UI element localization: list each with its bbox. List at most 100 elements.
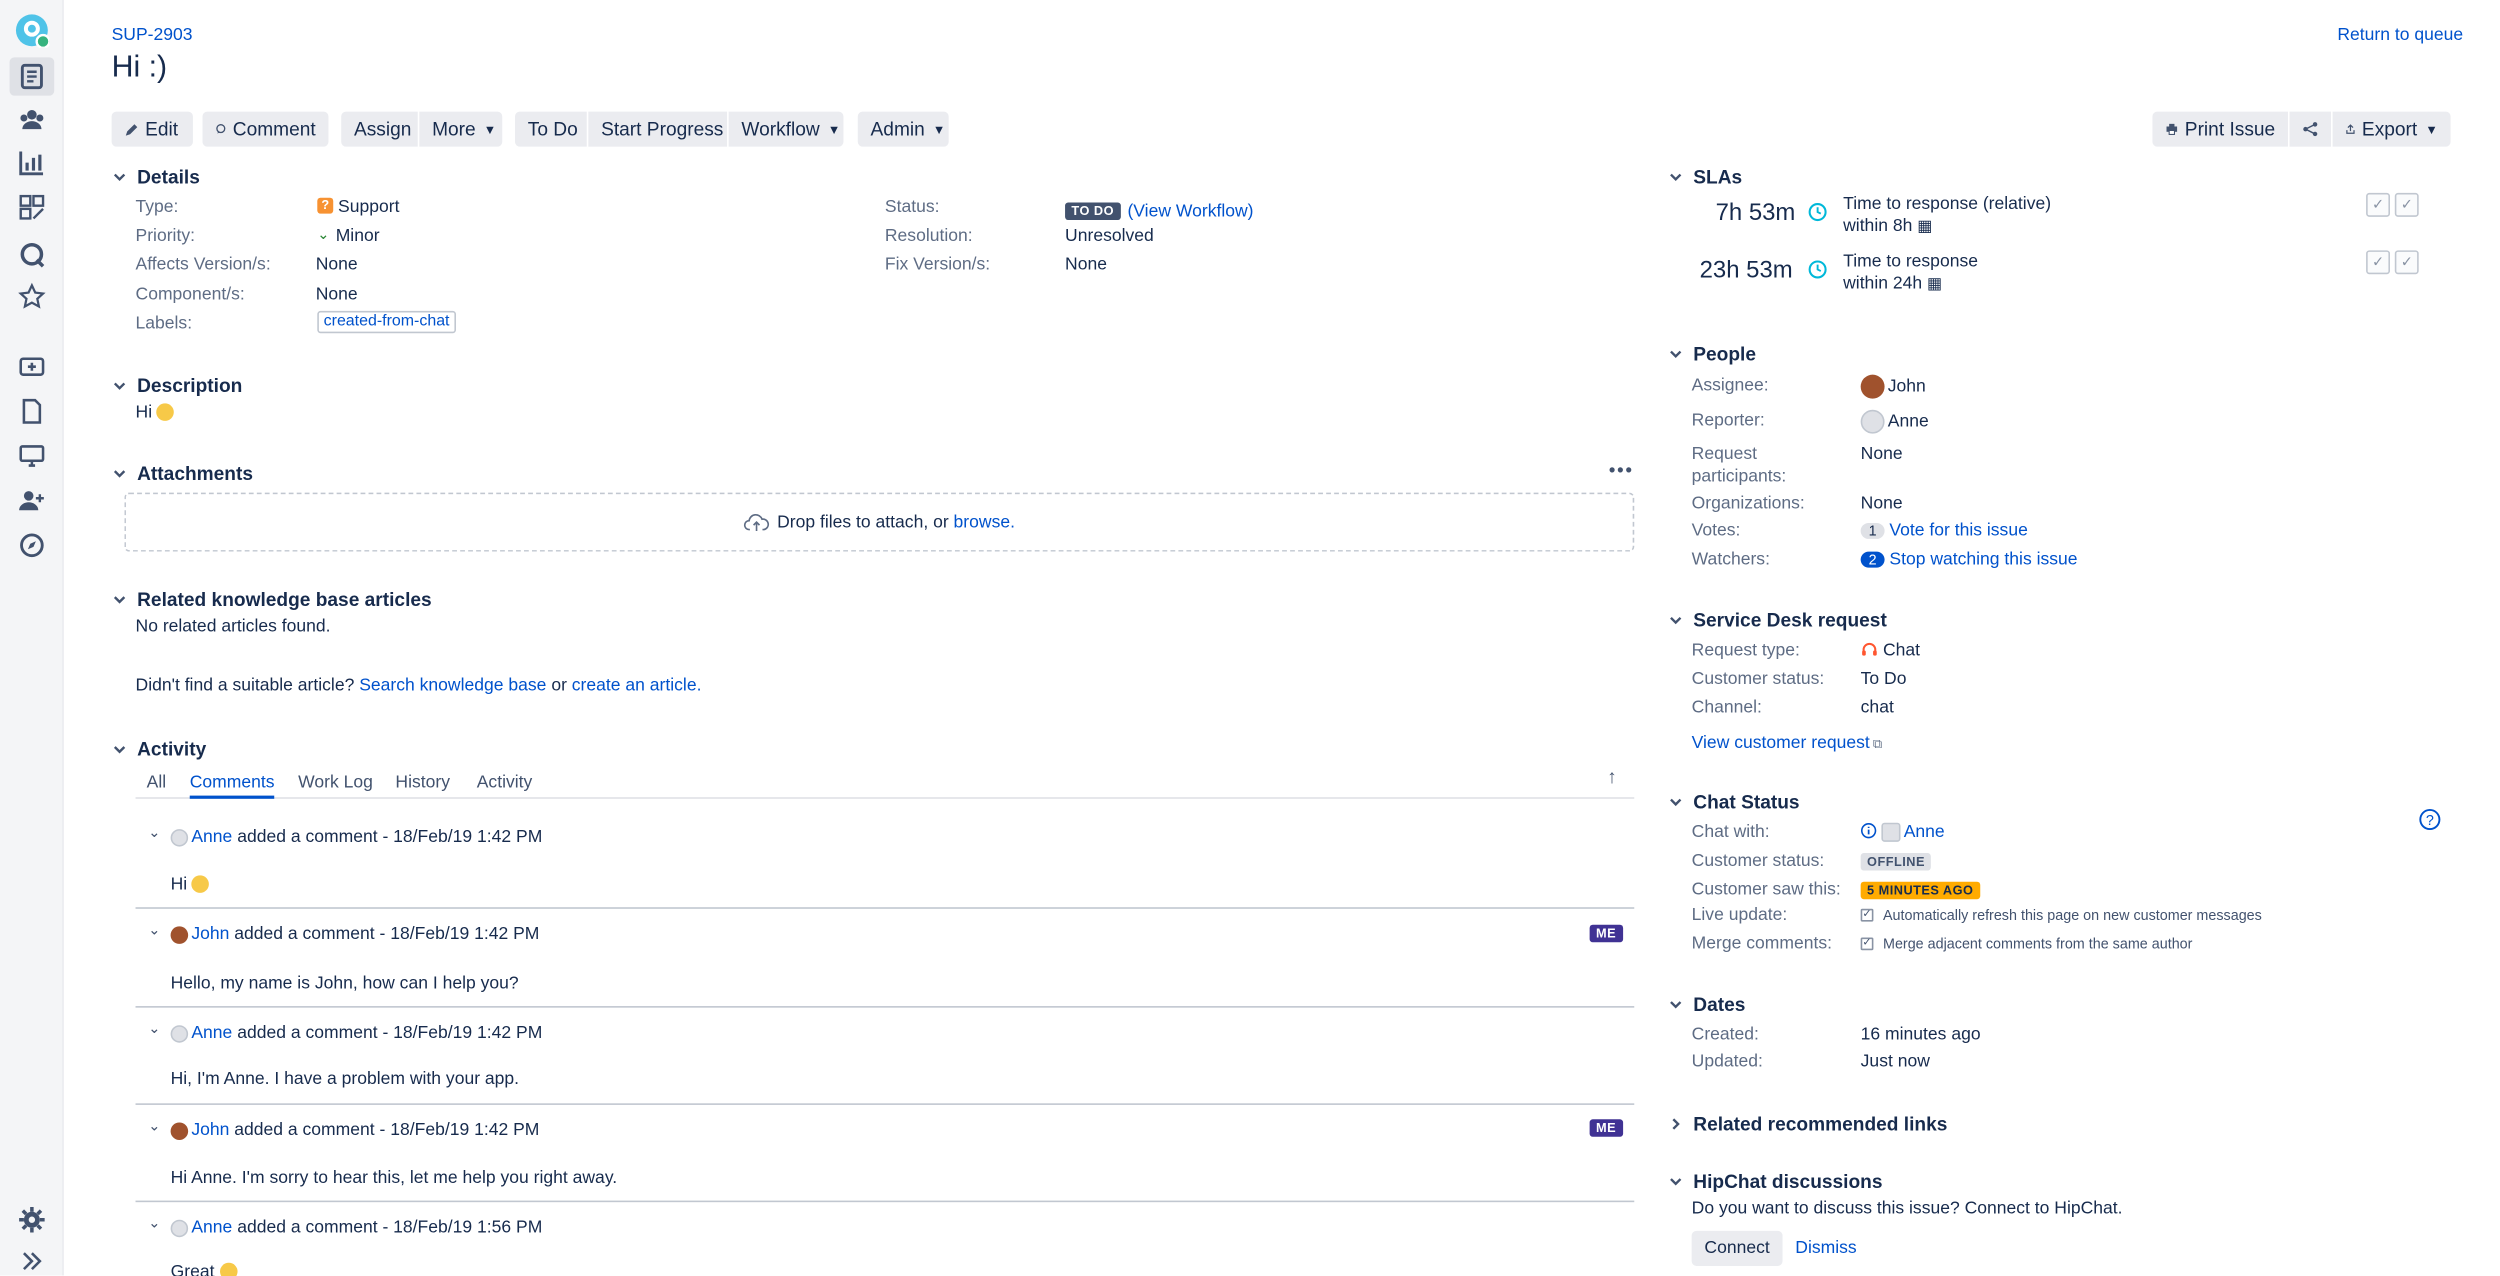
project-avatar-icon[interactable] [14,13,50,48]
tab-history[interactable]: History [395,773,450,792]
details-section-toggle[interactable]: Details [113,166,200,188]
customers-icon[interactable] [16,104,48,136]
tab-comments[interactable]: Comments [189,773,275,799]
vote-link[interactable]: Vote for this issue [1889,521,2027,540]
live-update-label: Live update: [1691,905,1788,925]
edit-button[interactable]: Edit [111,111,193,147]
comment-meta: added a comment - 18/Feb/19 1:56 PM [237,1218,543,1238]
sd-section-toggle[interactable]: Service Desk request [1669,609,1887,631]
admin-label: Admin [870,117,925,141]
monitor-icon[interactable] [16,440,48,472]
related-links-section-toggle[interactable]: Related recommended links [1669,1113,1947,1135]
avatar [170,1219,189,1237]
chevron-down-icon[interactable]: ⌄ [148,922,160,940]
kb-prompt: Didn't find a suitable article? Search k… [136,676,702,695]
comment-button[interactable]: Comment [202,111,329,147]
view-customer-request[interactable]: View customer request ⧉ [1692,733,1882,752]
create-article-link[interactable]: create an article. [572,676,702,695]
chevron-down-icon[interactable]: ⌄ [148,824,160,842]
comment-author-link[interactable]: Anne [191,1218,232,1237]
comment-author-link[interactable]: John [191,925,229,944]
tab-activity[interactable]: Activity [477,773,533,792]
add-user-icon[interactable] [16,485,48,517]
sla-name: Time to response (relative) [1843,194,2052,214]
activity-section-toggle[interactable]: Activity [113,738,206,761]
search-kb-link[interactable]: Search knowledge base [359,676,546,695]
chevron-down-icon[interactable]: ⌄ [148,1215,160,1233]
check-icon: ✓ [2366,250,2391,275]
slas-section-toggle[interactable]: SLAs [1669,166,1742,188]
settings-gear-icon[interactable] [16,1204,48,1236]
add-issue-icon[interactable] [16,351,48,383]
tab-all[interactable]: All [147,773,167,792]
sla-within-text: within 24h [1843,274,1923,294]
people-section-toggle[interactable]: People [1669,343,1756,365]
comment-divider [135,1103,1635,1105]
todo-button[interactable]: To Do [514,111,587,147]
merge-comments-option[interactable]: ✓ Merge adjacent comments from the same a… [1860,936,2192,952]
comment-body: Hi [171,874,210,894]
live-update-option[interactable]: ✓ Automatically refresh this page on new … [1860,907,2262,923]
pages-icon[interactable] [16,395,48,427]
chevron-down-icon[interactable]: ⌄ [148,1020,160,1038]
chevron-down-icon [113,173,126,182]
comment-author-link[interactable]: Anne [191,827,232,846]
sort-order-icon[interactable]: ↑ [1607,765,1617,787]
comment-author-link[interactable]: John [191,1121,229,1140]
chevron-down-icon [1670,1001,1682,1009]
expand-sidebar-icon[interactable] [16,1245,48,1276]
reports-icon[interactable] [16,147,48,179]
return-to-queue-link[interactable]: Return to queue [2337,26,2463,45]
dates-section-toggle[interactable]: Dates [1669,993,1745,1016]
kb-section-toggle[interactable]: Related knowledge base articles [113,588,432,611]
issue-key-link[interactable]: SUP-2903 [112,26,193,45]
print-issue-button[interactable]: Print Issue [2152,111,2288,147]
workflow-dropdown[interactable]: Workflow ▼ [728,111,844,147]
more-options-icon[interactable]: ••• [1609,459,1634,481]
description-section-toggle[interactable]: Description [113,375,242,397]
stop-watching-link[interactable]: Stop watching this issue [1889,550,2077,569]
reporter-name: Anne [1887,412,1929,432]
comment-author-link[interactable]: Anne [191,1024,232,1043]
start-progress-button[interactable]: Start Progress [588,111,728,147]
knowledge-base-icon[interactable] [16,191,48,223]
admin-dropdown[interactable]: Admin ▼ [857,111,949,147]
share-button[interactable] [2289,111,2332,147]
comment-header: Anne added a comment - 18/Feb/19 1:42 PM [170,827,542,847]
attachment-dropzone[interactable]: Drop files to attach, or browse. [124,492,1635,552]
comment-meta: added a comment - 18/Feb/19 1:42 PM [237,1023,543,1043]
chevron-down-icon[interactable]: ⌄ [148,1118,160,1136]
more-dropdown[interactable]: More ▼ [419,111,503,147]
assign-button[interactable]: Assign [341,111,418,147]
chat-with-link[interactable]: Anne [1904,823,1945,842]
compass-icon[interactable] [16,529,48,561]
connect-button[interactable]: Connect [1691,1230,1783,1266]
request-type-text: Chat [1882,640,1921,661]
attachments-section-toggle[interactable]: Attachments [113,462,253,485]
chat-customer-status-label: Customer status: [1691,851,1825,871]
comment-meta: added a comment - 18/Feb/19 1:42 PM [234,924,540,944]
export-dropdown[interactable]: Export ▼ [2332,111,2451,147]
dismiss-link[interactable]: Dismiss [1795,1239,1856,1258]
chevron-down-icon: ▼ [483,121,497,137]
view-customer-request-link[interactable]: View customer request [1692,733,1870,752]
check-icon: ✓ [2394,250,2419,275]
assignee-value[interactable]: John [1860,374,1926,399]
view-workflow-link[interactable]: (View Workflow) [1127,202,1253,221]
comment-header: Anne added a comment - 18/Feb/19 1:56 PM [170,1218,543,1238]
reporter-value[interactable]: Anne [1860,409,1929,434]
chat-q-icon[interactable] [16,239,48,271]
queues-icon[interactable] [9,57,55,96]
label-tag[interactable]: created-from-chat [317,310,456,334]
tab-work-log[interactable]: Work Log [298,773,373,792]
slas-heading: SLAs [1693,165,1743,189]
help-icon[interactable]: ? [2419,808,2441,831]
live-update-checkbox[interactable]: ✓ [1860,908,1874,921]
hipchat-section-toggle[interactable]: HipChat discussions [1669,1170,1882,1193]
merge-comments-checkbox[interactable]: ✓ [1860,936,1874,950]
print-issue-label: Print Issue [2184,117,2276,141]
comment-divider [135,1006,1635,1008]
chat-status-section-toggle[interactable]: Chat Status [1669,791,1800,813]
star-icon[interactable] [16,281,48,313]
browse-link[interactable]: browse. [954,513,1015,532]
